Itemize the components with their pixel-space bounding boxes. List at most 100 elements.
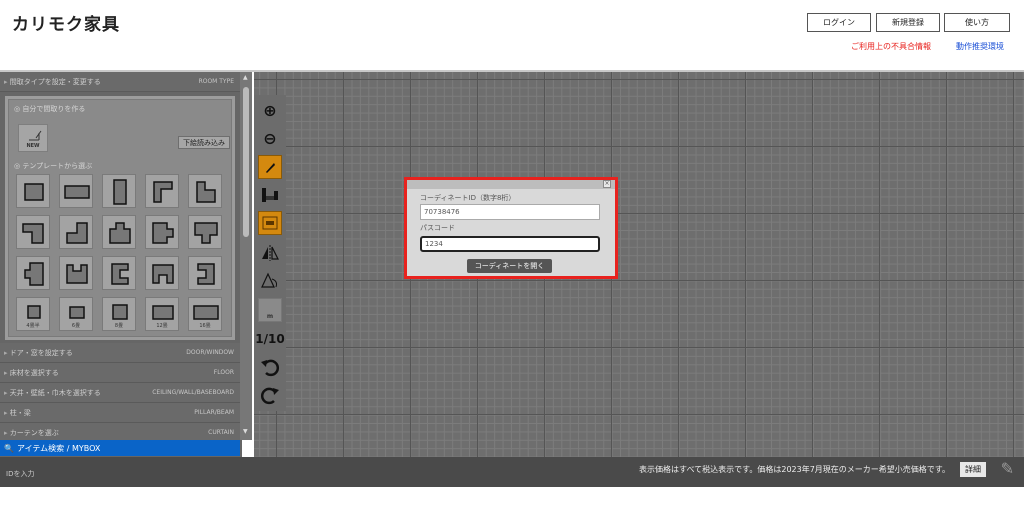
size-label: 16畳: [199, 323, 211, 329]
template-t-shape[interactable]: [102, 215, 136, 249]
price-note: 表示価格はすべて税込表示です。価格は2023年7月現在のメーカー希望小売価格です…: [639, 465, 950, 474]
template-l-shape-2[interactable]: [188, 174, 222, 208]
template-n-shape[interactable]: [145, 256, 179, 290]
floorplan-canvas[interactable]: [254, 72, 1024, 457]
new-room-tile[interactable]: NEW: [18, 124, 48, 152]
detail-button[interactable]: 詳細: [960, 462, 986, 477]
size-label: 4畳半: [26, 323, 40, 329]
app-root: カリモク家具 ログイン 新規登録 使い方 ご利用上の不具合情報 動作推奨環境 間…: [0, 0, 1024, 525]
mirror-horizontal-icon[interactable]: [258, 241, 282, 265]
env-link[interactable]: 動作推奨環境: [956, 41, 1004, 52]
pencil-icon: [29, 130, 42, 141]
room-shape-icon: [152, 264, 174, 284]
template-c-shape[interactable]: [102, 256, 136, 290]
template-size-12[interactable]: 12畳: [145, 297, 179, 331]
dialog-titlebar: ×: [407, 180, 615, 189]
left-panel: 間取タイプを設定・変更する ROOM TYPE ◎ 自分で間取りを作る NEW …: [0, 72, 242, 457]
make-own-label: ◎ 自分で間取りを作る: [14, 105, 86, 113]
room-shape-icon: [196, 181, 216, 203]
redo-arrow-icon: [260, 387, 279, 405]
template-tall[interactable]: [102, 174, 136, 208]
template-l-shape-3[interactable]: [16, 215, 50, 249]
scroll-thumb[interactable]: [243, 87, 249, 237]
flip-icon: [262, 245, 279, 261]
unit-label: m: [266, 313, 274, 320]
room-badge-icon: [262, 216, 278, 230]
coordinate-open-dialog: × コーディネートID（数字8桁） 70738476 パスコード 1234 コー…: [407, 180, 615, 276]
template-label: ◎ テンプレートから選ぶ: [14, 162, 93, 170]
template-size-16[interactable]: 16畳: [188, 297, 222, 331]
room-shape-icon: [194, 222, 218, 244]
section-pillar-beam[interactable]: 柱・梁 PILLAR/BEAM: [0, 403, 240, 423]
template-size-6[interactable]: 6畳: [59, 297, 93, 331]
section-en-label: PILLAR/BEAM: [194, 409, 234, 416]
scroll-up-icon[interactable]: ▲: [243, 74, 248, 81]
section-en-label: FLOOR: [213, 369, 234, 376]
karimoku-logo[interactable]: カリモク家具: [12, 10, 120, 35]
room-shape-icon: [197, 263, 215, 285]
register-button[interactable]: 新規登録: [876, 13, 940, 32]
login-button[interactable]: ログイン: [807, 13, 871, 32]
size-label: 12畳: [156, 323, 168, 329]
section-ceiling-wall[interactable]: 天井・壁紙・巾木を選択する CEILING/WALL/BASEBOARD: [0, 383, 240, 403]
room-shape-icon: [152, 222, 174, 244]
dialog-body: コーディネートID（数字8桁） 70738476 パスコード 1234 コーディ…: [407, 189, 615, 276]
template-square[interactable]: [16, 174, 50, 208]
room-type-box: ◎ 自分で間取りを作る NEW 下絵読み込み ◎ テンプレートから選ぶ 4畳半 …: [5, 96, 235, 340]
unit-toggle[interactable]: m: [258, 298, 282, 322]
size-label: 6畳: [71, 323, 81, 329]
undo-icon[interactable]: [258, 355, 282, 379]
room-shape-icon: [111, 263, 129, 285]
rotate-mirror-icon[interactable]: [258, 269, 282, 293]
template-l-shape-1[interactable]: [145, 174, 179, 208]
search-label: アイテム検索 / MYBOX: [16, 443, 101, 453]
close-icon[interactable]: ×: [603, 180, 611, 188]
template-u-shape[interactable]: [59, 256, 93, 290]
coordinate-id-label: コーディネートID（数字8桁）: [420, 194, 516, 202]
zoom-in-icon[interactable]: ⊕: [258, 98, 282, 122]
canvas-toolbar: ⊕ ⊖ m 1/10: [254, 95, 286, 411]
template-size-4-5[interactable]: 4畳半: [16, 297, 50, 331]
room-shape-icon: [24, 183, 44, 201]
left-panel-scrollbar[interactable]: ▲ ▼: [240, 72, 252, 440]
template-notch-bottom[interactable]: [188, 215, 222, 249]
measure-tool[interactable]: [258, 183, 282, 207]
room-template-tool[interactable]: [258, 211, 282, 235]
redo-icon[interactable]: [258, 383, 282, 407]
section-label: 天井・壁紙・巾木を選択する: [4, 388, 101, 398]
draw-pencil-tool[interactable]: [258, 155, 282, 179]
footer-bar: IDを入力 表示価格はすべて税込表示です。価格は2023年7月現在のメーカー希望…: [0, 457, 1024, 487]
size-label: 8畳: [114, 323, 124, 329]
template-size-8[interactable]: 8畳: [102, 297, 136, 331]
template-wide[interactable]: [59, 174, 93, 208]
section-label: カーテンを選ぶ: [4, 428, 59, 438]
section-door-window[interactable]: ドア・窓を設定する DOOR/WINDOW: [0, 343, 240, 363]
section-floor[interactable]: 床材を選択する FLOOR: [0, 363, 240, 383]
id-input[interactable]: IDを入力: [6, 469, 34, 479]
room-shape-icon: [24, 262, 44, 286]
trace-import-button[interactable]: 下絵読み込み: [178, 136, 230, 149]
pin-icon[interactable]: ✎: [1001, 459, 1014, 478]
template-reverse-c[interactable]: [188, 256, 222, 290]
template-notch-right[interactable]: [145, 215, 179, 249]
scale-toggle[interactable]: 1/10: [255, 327, 284, 351]
item-search-bar[interactable]: 🔍 アイテム検索 / MYBOX: [0, 440, 240, 456]
pencil-icon: [266, 163, 275, 173]
scroll-down-icon[interactable]: ▼: [243, 428, 248, 435]
open-coordinate-button[interactable]: コーディネートを開く: [467, 259, 552, 273]
room-shape-icon: [153, 181, 173, 203]
section-room-type[interactable]: 間取タイプを設定・変更する ROOM TYPE: [0, 72, 240, 92]
zoom-out-icon[interactable]: ⊖: [258, 126, 282, 150]
room-shape-icon: [113, 179, 127, 205]
template-l-shape-4[interactable]: [59, 215, 93, 249]
room-shape-icon: [22, 223, 44, 244]
flip-rotate-icon: [261, 272, 277, 288]
section-label: ドア・窓を設定する: [4, 348, 73, 358]
section-en-label: ROOM TYPE: [198, 78, 234, 85]
room-shape-icon: [109, 222, 131, 244]
template-cross-left[interactable]: [16, 256, 50, 290]
issues-link[interactable]: ご利用上の不具合情報: [851, 41, 931, 52]
howto-button[interactable]: 使い方: [944, 13, 1010, 32]
passcode-input[interactable]: 1234: [420, 236, 600, 252]
coordinate-id-input[interactable]: 70738476: [420, 204, 600, 220]
